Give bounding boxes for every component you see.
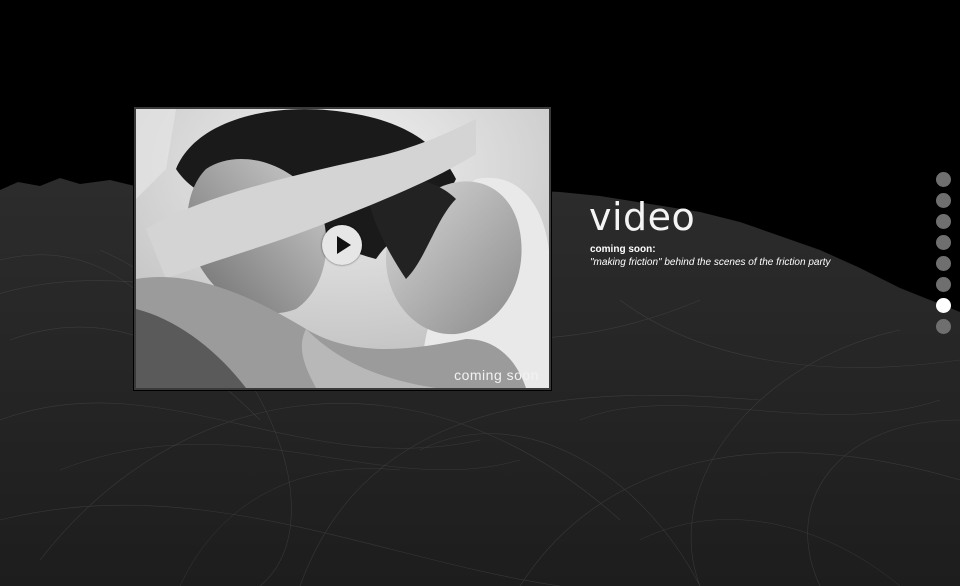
nav-dot-5[interactable]	[936, 256, 951, 271]
section-title: video	[589, 195, 696, 239]
video-caption: coming soon	[454, 367, 539, 383]
nav-dot-2[interactable]	[936, 193, 951, 208]
play-button[interactable]	[322, 225, 362, 265]
nav-dot-8[interactable]	[936, 319, 951, 334]
nav-dot-1[interactable]	[936, 172, 951, 187]
video-player[interactable]: coming soon	[134, 107, 551, 390]
page-navigation-dots	[936, 172, 952, 340]
section-subhead: coming soon:	[590, 244, 656, 255]
page: coming soon video coming soon: "making f…	[0, 0, 960, 586]
play-icon	[337, 236, 351, 254]
nav-dot-7[interactable]	[936, 298, 951, 313]
nav-dot-3[interactable]	[936, 214, 951, 229]
section-description: "making friction" behind the scenes of t…	[590, 257, 831, 268]
nav-dot-4[interactable]	[936, 235, 951, 250]
nav-dot-6[interactable]	[936, 277, 951, 292]
